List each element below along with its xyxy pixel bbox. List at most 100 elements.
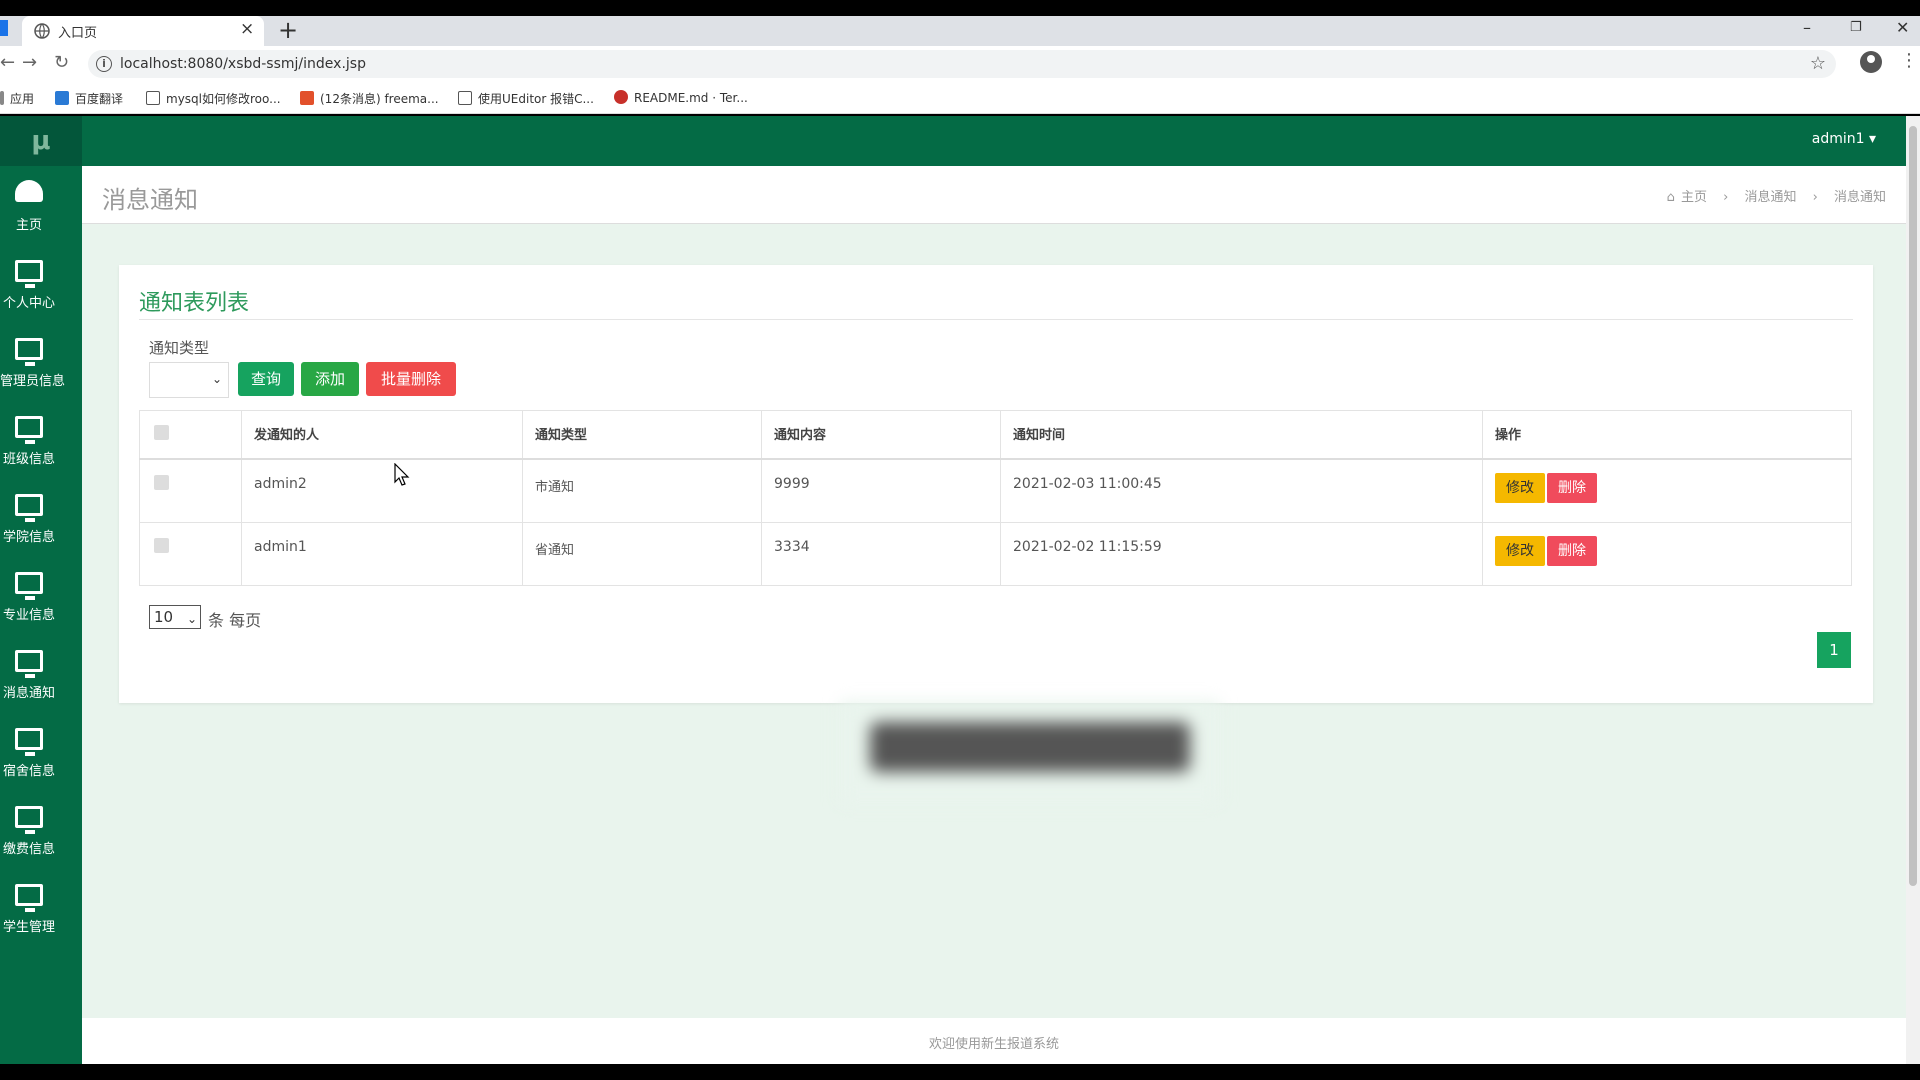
row-checkbox[interactable] — [154, 538, 169, 553]
table-row: admin1 省通知 3334 2021-02-02 11:15:59 修改 删… — [139, 523, 1852, 586]
bookmark-label: 使用UEditor 报错C... — [478, 92, 594, 106]
pagination-page[interactable]: 1 — [1817, 632, 1851, 668]
apps-icon — [0, 91, 4, 105]
back-icon[interactable]: ← — [0, 52, 15, 73]
app-logo: μ — [0, 116, 82, 166]
browser-tabstrip: 入口页 × + – ❐ ✕ — [0, 16, 1920, 46]
edit-button[interactable]: 修改 — [1495, 473, 1545, 503]
monitor-icon — [15, 884, 43, 912]
monitor-icon — [15, 416, 43, 444]
select-all-checkbox[interactable] — [154, 425, 169, 440]
sidebar-item-home[interactable]: 主页 — [0, 166, 82, 244]
bookmark-label: 百度翻译 — [75, 92, 124, 106]
row-checkbox[interactable] — [154, 475, 169, 490]
sidebar-item-label: 学生管理 — [2, 920, 55, 935]
notification-table: 发通知的人 通知类型 通知内容 通知时间 操作 admin2 市通知 9999 … — [139, 410, 1852, 586]
sidebar-item-label: 班级信息 — [2, 452, 55, 467]
page-size-value: 10 — [154, 608, 174, 626]
content-cell: 3334 — [761, 523, 1000, 585]
bookmark-label: 应用 — [10, 92, 35, 106]
sender-cell: admin1 — [241, 523, 522, 585]
time-cell: 2021-02-02 11:15:59 — [1000, 523, 1482, 585]
edit-button[interactable]: 修改 — [1495, 536, 1545, 566]
sidebar-item-payments[interactable]: 缴费信息 — [0, 790, 82, 868]
table-header-row: 发通知的人 通知类型 通知内容 通知时间 操作 — [139, 410, 1852, 460]
forward-icon[interactable]: → — [22, 52, 37, 73]
bookmark-item[interactable]: 应用 — [0, 90, 34, 107]
sidebar-item-notifications[interactable]: 消息通知 — [0, 634, 82, 712]
new-tab-icon[interactable]: + — [278, 16, 298, 44]
page-header: 消息通知 ⌂ 主页 › 消息通知 › 消息通知 — [82, 166, 1906, 224]
notification-list-card: 通知表列表 通知类型 ⌄ 查询 添加 批量删除 发通知的人 通知类型 通知内容 … — [119, 265, 1873, 703]
sidebar-item-label: 消息通知 — [2, 686, 55, 701]
monitor-icon — [15, 260, 43, 288]
browser-menu-icon[interactable]: ⋮ — [1900, 50, 1918, 71]
minimize-icon[interactable]: – — [1803, 18, 1811, 37]
breadcrumb-separator: › — [1723, 190, 1729, 205]
bookmark-item[interactable]: README.md · Ter... — [614, 90, 748, 105]
top-navbar: admin1 ▾ — [82, 116, 1906, 166]
monitor-icon — [15, 494, 43, 522]
address-bar[interactable]: i localhost:8080/xsbd-ssmj/index.jsp ☆ — [88, 50, 1836, 78]
monitor-icon — [15, 572, 43, 600]
blurred-block — [870, 722, 1190, 772]
column-header: 发通知的人 — [241, 411, 522, 458]
tab-close-icon[interactable]: × — [240, 19, 254, 39]
delete-button[interactable]: 删除 — [1547, 536, 1597, 566]
reload-icon[interactable]: ↻ — [54, 52, 69, 73]
type-cell: 市通知 — [522, 460, 761, 522]
page-scrollbar[interactable] — [1906, 116, 1920, 1064]
add-button[interactable]: 添加 — [301, 362, 359, 396]
window-close-icon[interactable]: ✕ — [1896, 18, 1909, 37]
delete-button[interactable]: 删除 — [1547, 473, 1597, 503]
breadcrumb: ⌂ 主页 › 消息通知 › 消息通知 — [1667, 186, 1886, 205]
info-icon[interactable]: i — [96, 56, 112, 72]
csdn-icon — [300, 91, 314, 105]
sidebar-item-colleges[interactable]: 学院信息 — [0, 478, 82, 556]
monitor-icon — [15, 650, 43, 678]
restore-icon[interactable]: ❐ — [1850, 20, 1862, 35]
divider — [139, 319, 1853, 320]
breadcrumb-separator: › — [1812, 190, 1818, 205]
user-menu[interactable]: admin1 ▾ — [1812, 131, 1876, 147]
content-cell: 9999 — [761, 460, 1000, 522]
column-header: 操作 — [1482, 411, 1852, 458]
notification-type-select[interactable]: ⌄ — [149, 362, 229, 398]
page-size-select[interactable]: 10 ⌄ — [149, 605, 201, 629]
bookmarks-bar: 应用 百度翻译 mysql如何修改roo... (12条消息) freema..… — [0, 82, 1920, 114]
bookmark-item[interactable]: (12条消息) freema... — [300, 90, 439, 107]
globe-icon — [34, 23, 50, 39]
app-container: μ 主页 个人中心 管理员信息 班级信息 学院信息 专业信息 消息通知 宿舍信息… — [0, 116, 1906, 1064]
sidebar-item-label: 宿舍信息 — [2, 764, 55, 779]
baidu-translate-icon — [55, 91, 69, 105]
sidebar-item-classes[interactable]: 班级信息 — [0, 400, 82, 478]
bookmark-item[interactable]: 百度翻译 — [55, 90, 123, 107]
batch-delete-button[interactable]: 批量删除 — [366, 362, 456, 396]
sidebar-item-profile[interactable]: 个人中心 — [0, 244, 82, 322]
sidebar-item-students[interactable]: 学生管理 — [0, 868, 82, 946]
sidebar-item-admins[interactable]: 管理员信息 — [0, 322, 82, 400]
monitor-icon — [15, 338, 43, 366]
bookmark-label: mysql如何修改roo... — [166, 92, 281, 106]
type-cell: 省通知 — [522, 523, 761, 585]
bookmark-item[interactable]: 使用UEditor 报错C... — [458, 90, 594, 107]
actions-cell: 修改 删除 — [1482, 460, 1852, 522]
query-button[interactable]: 查询 — [238, 362, 294, 396]
breadcrumb-level1[interactable]: 消息通知 — [1744, 190, 1796, 205]
browser-toolbar: ← → ↻ i localhost:8080/xsbd-ssmj/index.j… — [0, 46, 1920, 82]
sidebar-item-dorms[interactable]: 宿舍信息 — [0, 712, 82, 790]
breadcrumb-home[interactable]: 主页 — [1681, 190, 1707, 205]
bookmark-item[interactable]: mysql如何修改roo... — [146, 90, 281, 107]
browser-tab[interactable]: 入口页 × — [22, 16, 264, 46]
page-size-label: 条 每页 — [208, 611, 262, 630]
sidebar-item-majors[interactable]: 专业信息 — [0, 556, 82, 634]
footer: 欢迎使用新生报道系统 — [82, 1018, 1906, 1064]
scroll-thumb[interactable] — [1909, 126, 1917, 886]
account-icon[interactable] — [1860, 51, 1882, 73]
sidebar-item-label: 缴费信息 — [2, 842, 55, 857]
filter-label: 通知类型 — [149, 339, 210, 357]
sidebar: μ 主页 个人中心 管理员信息 班级信息 学院信息 专业信息 消息通知 宿舍信息… — [0, 116, 82, 1064]
dashboard-icon — [15, 180, 43, 202]
bookmark-label: README.md · Ter... — [634, 91, 748, 105]
bookmark-star-icon[interactable]: ☆ — [1810, 53, 1826, 74]
